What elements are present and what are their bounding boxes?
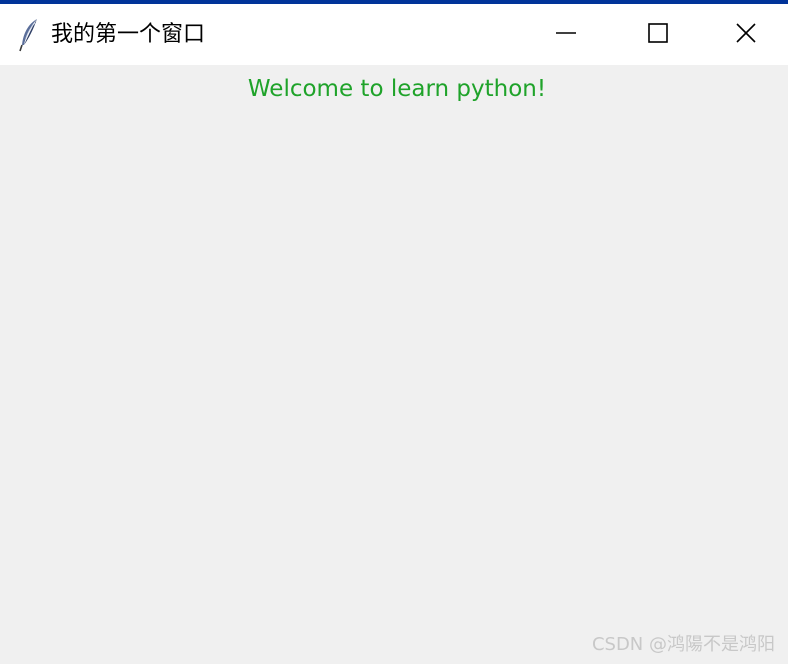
maximize-button[interactable] — [612, 4, 704, 65]
minimize-button[interactable] — [520, 4, 612, 65]
minimize-icon — [554, 21, 578, 49]
window-title: 我的第一个窗口 — [51, 22, 206, 47]
welcome-label: Welcome to learn python! — [247, 76, 547, 102]
close-button[interactable] — [704, 4, 788, 65]
close-icon — [734, 21, 758, 49]
feather-icon — [18, 18, 40, 52]
maximize-icon — [646, 21, 670, 49]
window-client-area: Welcome to learn python! — [0, 65, 788, 664]
title-bar[interactable]: 我的第一个窗口 — [0, 4, 788, 65]
app-window: 我的第一个窗口 Welcome to learn python! CSDN @鸿… — [0, 0, 788, 664]
watermark-text: CSDN @鸿陽不是鸿阳 — [591, 634, 775, 655]
